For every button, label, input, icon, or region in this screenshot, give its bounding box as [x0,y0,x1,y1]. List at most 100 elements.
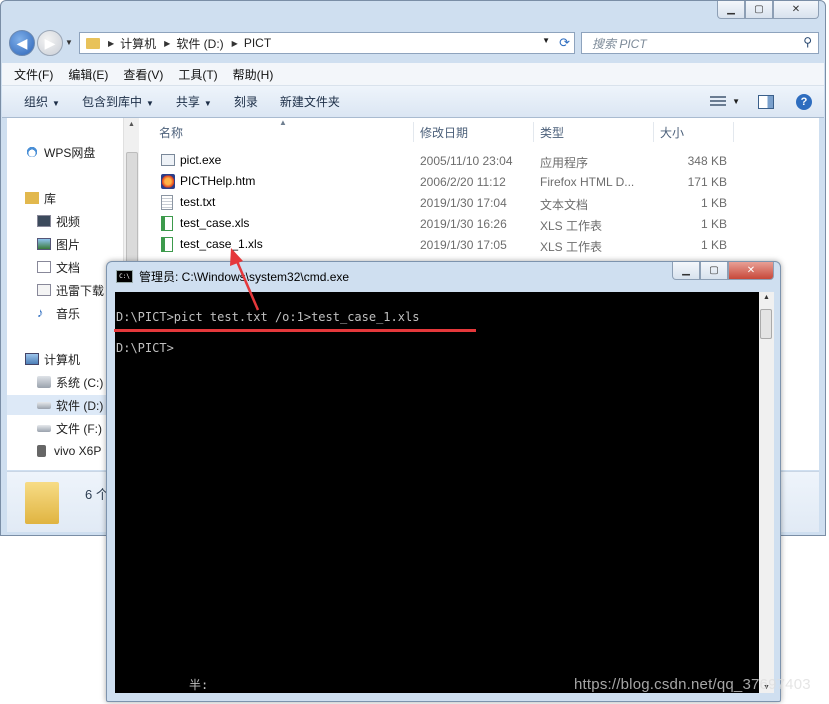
help-icon[interactable]: ? [796,93,812,110]
close-icon: ✕ [746,265,756,276]
nav-item-label: 视频 [56,214,81,229]
file-name: pict.exe [180,153,222,167]
recent-pages-dropdown[interactable]: ▼ [65,38,73,47]
include-in-library-button[interactable]: 包含到库中 ▼ [82,93,154,110]
xls-icon [161,216,173,231]
file-size: 1 KB [700,217,727,231]
search-icon[interactable]: ⚲ [803,35,812,49]
scroll-up-icon[interactable]: ▲ [128,121,135,128]
new-folder-button[interactable]: 新建文件夹 [280,93,340,110]
file-date: 2006/2/20 11:12 [420,175,506,189]
txt-icon [161,195,173,210]
window-controls: ▁ ▢ ✕ [672,262,774,280]
search-box[interactable]: 搜索 PICT ⚲ [581,32,819,54]
menu-view[interactable]: 查看(V) [123,66,163,83]
nav-item-label: 文档 [56,260,81,275]
file-size: 1 KB [700,196,727,210]
share-button[interactable]: 共享 ▼ [176,93,212,110]
file-name: test_case_1.xls [180,237,263,251]
column-header-name[interactable]: 名称 [159,122,183,142]
maximize-icon: ▢ [754,4,764,15]
chevron-right-icon[interactable]: ▶ [164,39,170,48]
drive-icon [37,401,51,409]
file-date: 2019/1/30 16:26 [420,217,507,231]
table-row[interactable]: test.txt 2019/1/30 17:04 文本文档 1 KB [139,192,779,213]
computer-icon [25,353,39,365]
folder-icon [25,482,59,524]
column-divider[interactable] [533,122,534,142]
forward-button[interactable]: ▶ [37,30,63,56]
organize-button[interactable]: 组织 ▼ [24,93,60,110]
file-type: XLS 工作表 [540,219,603,233]
cmd-title-bar: C:\ 管理员: C:\Windows\system32\cmd.exe [116,268,349,285]
column-divider[interactable] [653,122,654,142]
console-line: D:\PICT>pict test.txt /o:1>test_case_1.x… [116,310,420,324]
file-date: 2019/1/30 17:05 [420,238,507,252]
chevron-right-icon[interactable]: ▶ [108,39,114,48]
nav-item-drive-d[interactable]: 软件 (D:) [7,395,107,415]
burn-button[interactable]: 刻录 [234,93,258,110]
breadcrumb-computer[interactable]: 计算机 [120,35,156,52]
column-header-size[interactable]: 大小 [660,122,684,142]
refresh-icon[interactable]: ⟳ [559,35,570,51]
menu-tools[interactable]: 工具(T) [178,66,217,83]
table-row[interactable]: test_case_1.xls 2019/1/30 17:05 XLS 工作表 … [139,234,779,255]
close-button[interactable]: ✕ [773,1,819,19]
address-bar[interactable]: ▶ 计算机 ▶ 软件 (D:) ▶ PICT ▼ ⟳ [79,32,575,54]
annotation-underline [114,329,476,332]
nav-item-videos[interactable]: 视频 [37,211,137,231]
minimize-button[interactable]: ▁ [717,1,745,19]
view-dropdown-icon[interactable]: ▼ [732,97,740,106]
column-divider[interactable] [733,122,734,142]
table-row[interactable]: pict.exe 2005/11/10 23:04 应用程序 348 KB [139,150,779,171]
nav-item-label: WPS网盘 [44,145,96,160]
sort-ascending-icon: ▲ [279,118,287,127]
preview-pane-icon[interactable] [758,94,774,109]
file-type: Firefox HTML D... [540,175,635,189]
chevron-down-icon: ▼ [145,99,154,108]
breadcrumb-pict[interactable]: PICT [244,36,271,50]
table-row[interactable]: PICTHelp.htm 2006/2/20 11:12 Firefox HTM… [139,171,779,192]
maximize-button[interactable]: ▢ [745,1,773,19]
chevron-right-icon[interactable]: ▶ [232,39,238,48]
nav-item-pictures[interactable]: 图片 [37,234,137,254]
picture-icon [37,238,51,250]
table-row[interactable]: test_case.xls 2019/1/30 16:26 XLS 工作表 1 … [139,213,779,234]
maximize-button[interactable]: ▢ [700,262,728,280]
nav-item-label: 库 [44,191,57,206]
scroll-thumb[interactable] [760,309,772,339]
cmd-title: 管理员: C:\Windows\system32\cmd.exe [139,270,350,284]
console-scrollbar[interactable]: ▲ ▼ [759,292,774,693]
minimize-button[interactable]: ▁ [672,262,700,280]
menu-edit[interactable]: 编辑(E) [68,66,108,83]
view-options-icon[interactable] [710,95,727,108]
console-output[interactable]: D:\PICT>pict test.txt /o:1>test_case_1.x… [115,292,760,693]
video-icon [37,215,51,227]
column-divider[interactable] [413,122,414,142]
nav-item-libraries[interactable]: 库 [25,188,125,208]
close-button[interactable]: ✕ [728,262,774,280]
nav-item-wps-cloud[interactable]: WPS网盘 [25,142,125,162]
file-date: 2005/11/10 23:04 [420,154,513,168]
nav-item-label: 音乐 [56,306,81,321]
file-date: 2019/1/30 17:04 [420,196,507,210]
back-button[interactable]: ◀ [9,30,35,56]
nav-item-label: vivo X6P [54,444,102,458]
breadcrumb-drive-d[interactable]: 软件 (D:) [176,35,223,52]
chevron-down-icon: ▼ [52,99,60,108]
column-header-date[interactable]: 修改日期 [420,122,468,142]
cmd-window[interactable]: C:\ 管理员: C:\Windows\system32\cmd.exe ▁ ▢… [106,261,781,702]
watermark: https://blog.csdn.net/qq_37697403 [574,676,811,693]
nav-item-label: 系统 (C:) [56,375,104,390]
exe-icon [161,154,175,166]
menu-file[interactable]: 文件(F) [14,66,53,83]
menu-bar: 文件(F) 编辑(E) 查看(V) 工具(T) 帮助(H) [2,63,824,86]
arrow-right-icon: ▶ [44,34,56,51]
menu-help[interactable]: 帮助(H) [233,66,274,83]
scroll-up-icon[interactable]: ▲ [763,294,770,301]
column-header-type[interactable]: 类型 [540,122,564,142]
address-dropdown-icon[interactable]: ▼ [542,36,550,45]
maximize-icon: ▢ [709,265,719,276]
scroll-thumb[interactable] [126,152,138,264]
music-icon: ♪ [37,305,44,320]
